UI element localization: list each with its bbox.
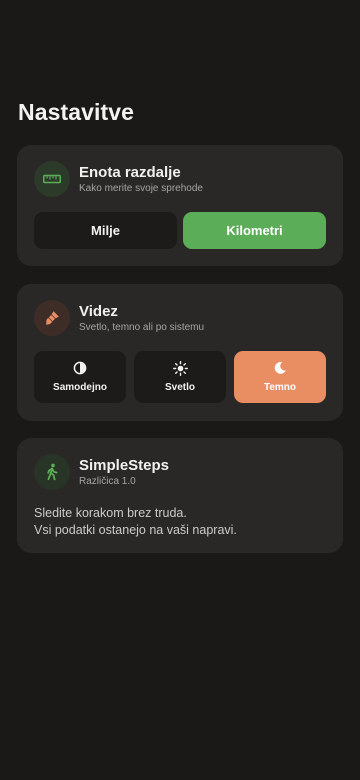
about-card: SimpleSteps Različica 1.0 Sledite korako… — [17, 438, 343, 553]
app-description: Sledite korakom brez truda. Vsi podatki … — [34, 505, 237, 539]
appearance-title: Videz — [79, 303, 118, 320]
kilometers-button[interactable]: Kilometri — [183, 212, 326, 249]
distance-unit-subtitle: Kako merite svoje sprehode — [79, 183, 203, 194]
description-line-1: Sledite korakom brez truda. — [34, 506, 187, 520]
distance-unit-title: Enota razdalje — [79, 164, 181, 181]
half-circle-icon — [73, 361, 87, 375]
appearance-subtitle: Svetlo, temno ali po sistemu — [79, 322, 205, 333]
description-line-2: Vsi podatki ostanejo na vaši napravi. — [34, 523, 237, 537]
theme-auto-button[interactable]: Samodejno — [34, 351, 126, 403]
miles-button[interactable]: Milje — [34, 212, 177, 249]
moon-icon — [273, 361, 287, 375]
ruler-icon — [34, 161, 70, 197]
theme-auto-label: Samodejno — [53, 382, 107, 393]
theme-dark-label: Temno — [263, 382, 297, 393]
paintbrush-icon — [34, 300, 70, 336]
sun-icon — [172, 360, 188, 376]
walking-person-icon — [34, 454, 70, 490]
appearance-card: Videz Svetlo, temno ali po sistemu Samod… — [17, 284, 343, 421]
theme-light-button[interactable]: Svetlo — [134, 351, 226, 403]
theme-dark-button[interactable]: Temno — [234, 351, 326, 403]
theme-light-label: Svetlo — [164, 382, 195, 393]
page-title: Nastavitve — [18, 99, 135, 125]
app-name: SimpleSteps — [79, 457, 170, 474]
app-version: Različica 1.0 — [79, 476, 136, 487]
distance-unit-card: Enota razdalje Kako merite svoje sprehod… — [17, 145, 343, 266]
